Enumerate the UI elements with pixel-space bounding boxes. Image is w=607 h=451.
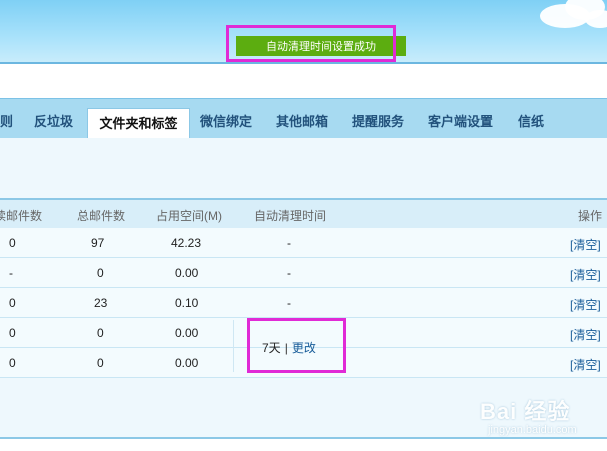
cell-total: 0 (97, 356, 104, 370)
tab-client-settings[interactable]: 客户端设置 (428, 107, 493, 139)
tab-wechat-bind[interactable]: 微信绑定 (200, 107, 252, 139)
header-space: 占用空间(M) (156, 209, 222, 223)
clear-folder-button[interactable]: [清空] (570, 326, 601, 343)
clear-folder-button[interactable]: [清空] (570, 236, 601, 253)
settings-tab-bar: 则 反垃圾 文件夹和标签 微信绑定 其他邮箱 提醒服务 客户端设置 信纸 (0, 98, 607, 139)
baidu-jingyan-watermark: Bai 经验 jingyan.baidu.com (468, 384, 607, 444)
cell-space: 0.10 (175, 296, 199, 310)
table-row: 0 97 42.23 - [清空] (0, 228, 607, 258)
notice-highlight-box (226, 25, 396, 62)
cell-space: 42.23 (171, 236, 202, 250)
cell-space: 0.00 (175, 266, 199, 280)
clear-folder-button[interactable]: [清空] (570, 356, 601, 373)
header-total: 总邮件数 (77, 209, 126, 223)
header-gap (0, 64, 607, 98)
tab-rules[interactable]: 则 (0, 107, 13, 139)
folder-table-header: 读邮件数 总邮件数 占用空间(M) 自动清理时间 操作 (0, 198, 607, 228)
cell-unread: - (9, 266, 13, 280)
cell-space: 0.00 (175, 356, 199, 370)
merged-cell-divider (233, 320, 234, 372)
cell-total: 97 (91, 236, 105, 250)
tab-stationery[interactable]: 信纸 (518, 107, 544, 139)
clear-folder-button[interactable]: [清空] (570, 266, 601, 283)
cell-unread: 0 (9, 296, 16, 310)
tab-folders-labels[interactable]: 文件夹和标签 (87, 108, 190, 139)
tab-other-mailboxes[interactable]: 其他邮箱 (276, 107, 328, 139)
watermark-main: Bai 经验 (480, 399, 571, 424)
cell-unread: 0 (9, 236, 16, 250)
header-action: 操作 (578, 209, 603, 223)
clear-folder-button[interactable]: [清空] (570, 296, 601, 313)
cell-auto-clean: - (287, 296, 291, 310)
setting-highlight-box (247, 318, 346, 373)
cell-auto-clean: - (287, 236, 291, 250)
cell-auto-clean: - (287, 266, 291, 280)
header-auto-clean: 自动清理时间 (254, 209, 327, 223)
cell-unread: 0 (9, 356, 16, 370)
cell-space: 0.00 (175, 326, 199, 340)
cell-unread: 0 (9, 326, 16, 340)
tab-antispam[interactable]: 反垃圾 (34, 107, 73, 139)
cell-total: 0 (97, 326, 104, 340)
table-row: 0 23 0.10 - [清空] (0, 288, 607, 318)
tab-reminder-service[interactable]: 提醒服务 (352, 107, 404, 139)
cell-total: 23 (94, 296, 108, 310)
cell-total: 0 (97, 266, 104, 280)
watermark-sub: jingyan.baidu.com (488, 424, 577, 436)
cloud-decoration (585, 10, 607, 28)
table-row: - 0 0.00 - [清空] (0, 258, 607, 288)
header-unread: 读邮件数 (0, 209, 43, 223)
